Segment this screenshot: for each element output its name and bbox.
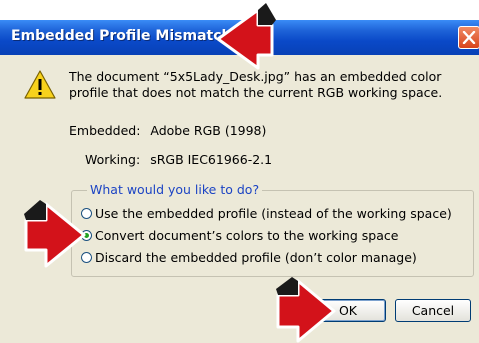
dialog-title: Embedded Profile Mismatch (11, 28, 232, 44)
options-legend: What would you like to do? (87, 182, 263, 197)
working-profile-row: Working: sRGB IEC61966-2.1 (85, 152, 272, 167)
embedded-value: Adobe RGB (1998) (150, 123, 267, 138)
working-value: sRGB IEC61966-2.1 (150, 152, 273, 167)
close-button[interactable] (458, 26, 479, 49)
option-label: Use the embedded profile (instead of the… (95, 206, 452, 221)
option-use-embedded[interactable]: Use the embedded profile (instead of the… (81, 206, 452, 221)
option-label: Discard the embedded profile (don’t colo… (95, 250, 417, 265)
embedded-label: Embedded: (69, 123, 141, 138)
option-convert[interactable]: Convert document’s colors to the working… (81, 228, 398, 243)
option-discard[interactable]: Discard the embedded profile (don’t colo… (81, 250, 417, 265)
close-icon (462, 31, 476, 44)
message-line-2: profile that does not match the current … (69, 85, 443, 100)
callout-arrow-icon (24, 200, 86, 268)
callout-arrow-icon (276, 277, 336, 343)
callout-arrow-icon (216, 3, 276, 70)
option-label: Convert document’s colors to the working… (95, 228, 399, 243)
embedded-profile-row: Embedded: Adobe RGB (1998) (69, 123, 266, 138)
cancel-button[interactable]: Cancel (395, 299, 471, 322)
warning-icon (24, 70, 56, 99)
working-label: Working: (85, 152, 141, 167)
